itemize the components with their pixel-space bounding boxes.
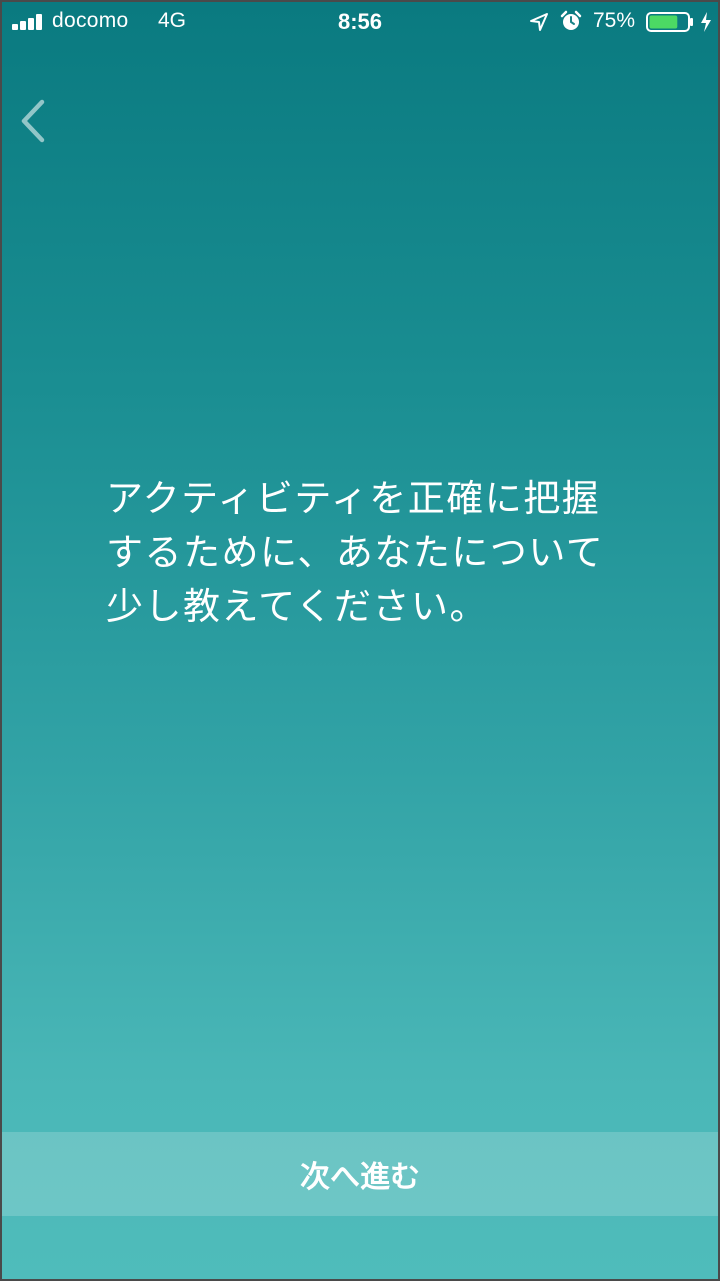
next-button[interactable]: 次へ進む: [2, 1132, 718, 1216]
status-bar: docomo 4G 8:56 75%: [2, 2, 718, 42]
onboarding-screen: docomo 4G 8:56 75% アクティビティを正確に把握するために、あな…: [0, 0, 720, 1281]
chevron-left-icon: [21, 99, 45, 143]
alarm-icon: [560, 10, 582, 30]
back-button[interactable]: [12, 94, 56, 148]
battery-percentage: 75%: [593, 9, 636, 32]
battery-icon: [646, 12, 693, 32]
onboarding-message: アクティビティを正確に把握するために、あなたについて少し教えてください。: [106, 477, 605, 628]
charging-bolt-icon: [701, 12, 711, 32]
location-icon: [530, 13, 548, 31]
